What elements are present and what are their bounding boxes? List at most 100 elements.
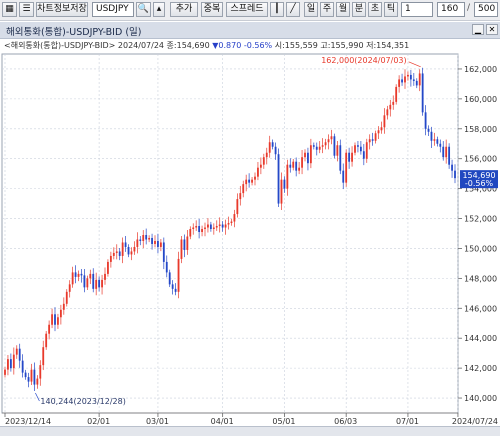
symbol-input[interactable]: USDJPY <box>92 2 134 17</box>
candle-body-down <box>277 154 280 204</box>
interval-input[interactable]: 1 <box>401 2 433 17</box>
spread-button[interactable]: 스프레드 <box>226 2 268 17</box>
candle-body-up <box>236 199 239 215</box>
candle-body-up <box>15 348 18 355</box>
candle-body-up <box>251 179 253 183</box>
info-close: 종:154,690 <box>166 41 210 50</box>
candle-body-up <box>133 246 136 252</box>
candle-body-up <box>245 179 248 185</box>
candle-body-up <box>189 229 192 237</box>
search-icon[interactable]: 🔍 <box>136 2 151 17</box>
candle-body-down <box>127 246 130 255</box>
candle-body-down <box>74 272 77 277</box>
close-icon[interactable]: ✕ <box>486 24 498 35</box>
y-tick-label: 146,000 <box>464 304 497 313</box>
y-tick-label: 158,000 <box>464 125 497 134</box>
candle-body-down <box>448 146 451 165</box>
candle-body-up <box>45 333 48 348</box>
candle-body-down <box>371 139 374 141</box>
candle-body-up <box>177 258 180 292</box>
period-day-button[interactable]: 일 <box>304 2 318 17</box>
candle-body-up <box>115 251 118 253</box>
period-minute-button[interactable]: 분 <box>352 2 366 17</box>
candle-body-down <box>162 242 165 262</box>
y-tick-label: 160,000 <box>464 95 497 104</box>
candle-body-up <box>383 115 386 128</box>
total-count-input[interactable]: 500 <box>474 2 498 17</box>
candle-body-down <box>157 240 159 247</box>
y-tick-label: 140,000 <box>464 394 497 403</box>
period-tick-button[interactable]: 틱 <box>384 2 398 17</box>
candle-body-up <box>330 136 333 140</box>
candle-body-up <box>130 251 133 255</box>
candle-body-down <box>339 145 342 171</box>
candle-body-down <box>357 145 359 147</box>
candle-body-up <box>407 74 409 77</box>
candle-body-up <box>392 101 395 105</box>
candle-body-up <box>433 139 436 141</box>
candle-body-down <box>24 372 27 378</box>
chart-window-title: 해외통화(통합)-USDJPY-BID (일) <box>6 27 142 38</box>
candle-body-up <box>48 324 51 334</box>
candle-body-up <box>59 309 62 318</box>
candle-body-down <box>183 239 186 250</box>
candle-body-up <box>154 240 156 244</box>
list-icon[interactable]: ☰ <box>19 2 34 17</box>
candle-body-down <box>427 128 430 132</box>
candle-body-down <box>198 226 201 233</box>
candle-body-up <box>136 239 139 247</box>
y-tick-label: 162,000 <box>464 65 497 74</box>
candle-body-down <box>451 164 453 171</box>
candle-body-up <box>36 378 39 385</box>
price-info-bar: <해외통화(통합)-USDJPY-BID> 2024/07/24 종:154,6… <box>0 40 474 52</box>
candlestick-chart[interactable]: 140,000 142,000 144,000 146,000 148,000 150,0… <box>0 52 500 426</box>
overlap-button[interactable]: 중복 <box>201 2 223 17</box>
candle-body-up <box>30 369 33 382</box>
y-tick-label: 152,000 <box>464 215 497 224</box>
candle-body-up <box>365 142 368 159</box>
candle-body-up <box>318 146 321 150</box>
candle-body-up <box>101 279 103 288</box>
up-arrow-icon[interactable]: ▴ <box>153 2 165 17</box>
minimize-icon[interactable]: ▁ <box>472 24 484 35</box>
candle-body-up <box>374 133 377 141</box>
x-tick-label: 03/01 <box>146 417 169 426</box>
candle-body-up <box>201 229 203 233</box>
x-tick-label: 2024/07/24 <box>452 417 498 426</box>
candle-body-up <box>65 291 68 304</box>
info-high: 고:155,990 <box>320 41 364 50</box>
period-week-button[interactable]: 주 <box>320 2 334 17</box>
info-low: 저:154,351 <box>366 41 410 50</box>
candle-body-up <box>309 145 312 164</box>
candle-body-down <box>165 261 168 273</box>
candle-body-down <box>80 273 83 276</box>
add-button[interactable]: 추가 <box>170 2 198 17</box>
candle-body-down <box>430 131 433 141</box>
candle-body-up <box>286 164 289 189</box>
period-month-button[interactable]: 월 <box>336 2 350 17</box>
candle-body-down <box>171 284 174 289</box>
view-count-input[interactable]: 160 <box>437 2 465 17</box>
candle-body-up <box>142 234 145 241</box>
candle-body-down <box>412 79 415 81</box>
candle-body-up <box>280 179 283 204</box>
candle-body-down <box>424 112 427 129</box>
candle-body-up <box>292 161 295 168</box>
save-chart-info-button[interactable]: 차트정보저장 <box>36 2 88 17</box>
candle-body-up <box>304 152 306 158</box>
candle-body-up <box>254 176 256 180</box>
candle-body-up <box>104 273 106 280</box>
candle-body-up <box>324 142 327 146</box>
candle-body-down <box>54 314 56 325</box>
candle-type-icon[interactable]: ┃ <box>270 2 284 17</box>
x-tick-label: 04/01 <box>211 417 234 426</box>
candle-body-down <box>98 279 101 288</box>
info-name: <해외통화(통합)-USDJPY-BID> 2024/07/24 <box>4 41 164 50</box>
grid-icon[interactable]: ▦ <box>2 2 17 17</box>
candle-body-up <box>159 242 162 247</box>
candle-body-up <box>121 242 124 256</box>
draw-icon[interactable]: ╱ <box>286 2 300 17</box>
candle-body-down <box>362 151 365 159</box>
period-second-button[interactable]: 초 <box>368 2 382 17</box>
candle-body-up <box>148 237 151 240</box>
